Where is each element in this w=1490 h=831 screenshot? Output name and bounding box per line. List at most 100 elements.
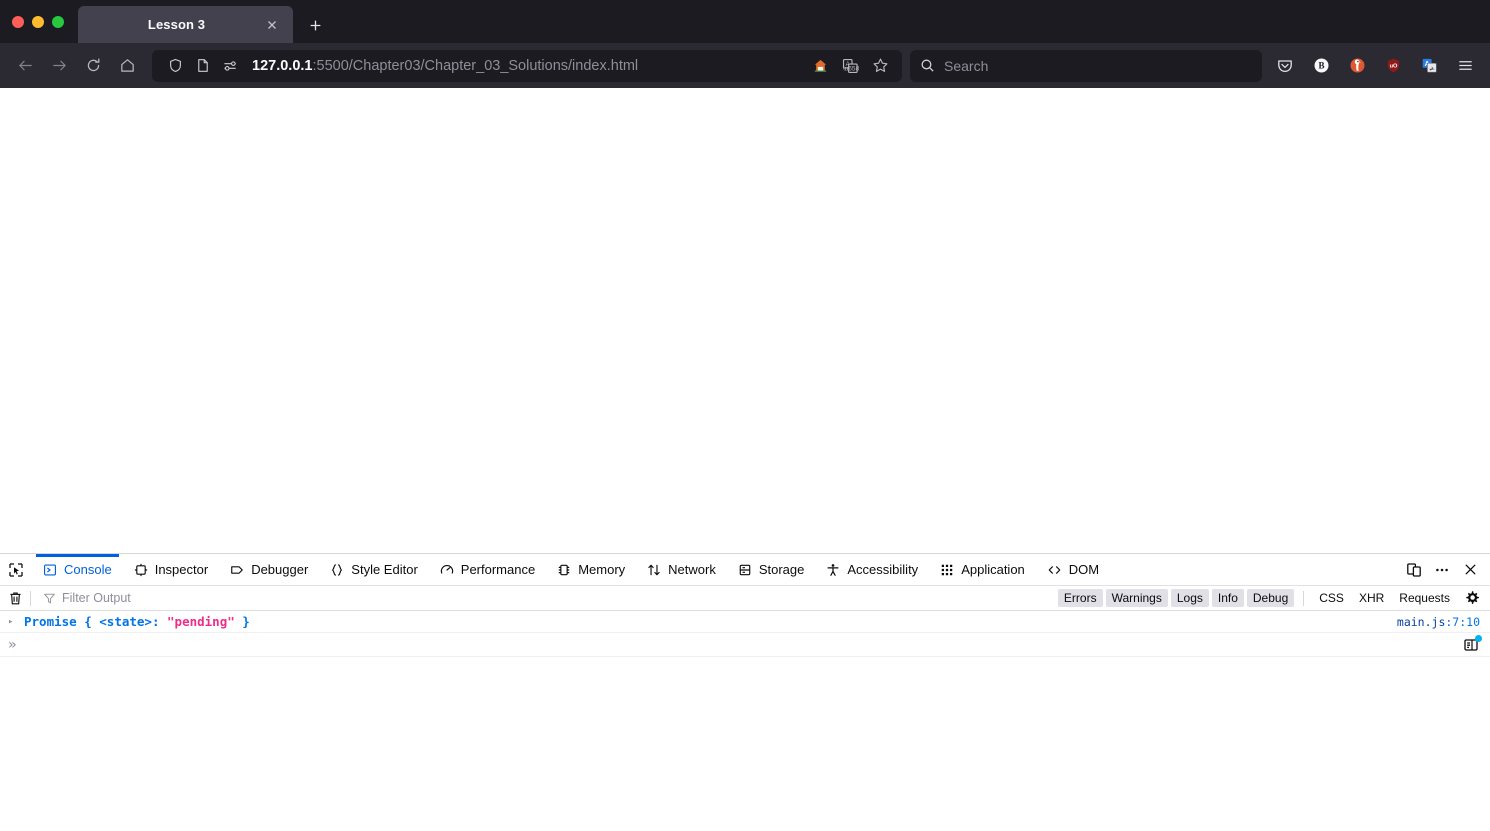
filter-toggle-css[interactable]: CSS [1313,589,1350,607]
tab-accessibility[interactable]: Accessibility [815,554,929,585]
console-filter-bar: Filter Output Errors Warnings Logs Info … [0,586,1490,611]
tab-console-label: Console [64,562,112,577]
new-tab-button[interactable] [299,9,331,41]
url-text[interactable]: 127.0.0.1:5500/Chapter03/Chapter_03_Solu… [246,58,804,74]
extensions-area: B uO A [1262,50,1482,82]
storage-icon [738,563,752,577]
filter-toggle-requests[interactable]: Requests [1393,589,1456,607]
bookmark-star-icon[interactable] [866,53,894,79]
style-editor-icon [330,563,344,577]
tab-dom[interactable]: DOM [1036,554,1110,585]
filter-toggle-errors[interactable]: Errors [1057,589,1103,607]
pocket-icon[interactable] [1268,50,1302,82]
browser-window: Lesson 3 127.0.0.1:5500/Chapter03/Chapte… [0,0,1490,831]
tab-performance[interactable]: Performance [429,554,546,585]
filter-toggle-xhr[interactable]: XHR [1353,589,1390,607]
duckduckgo-icon[interactable] [1340,50,1374,82]
filter-input[interactable]: Filter Output [31,591,1058,605]
tab-memory-label: Memory [578,562,626,577]
devtools-toolbar-actions [1401,554,1490,585]
url-bar[interactable]: 127.0.0.1:5500/Chapter03/Chapter_03_Solu… [152,49,902,82]
console-log-row[interactable]: ▸ Promise { <state>: "pending" } main.js… [0,611,1490,633]
svg-text:B: B [1318,61,1324,71]
split-console-editor-icon[interactable] [1458,634,1484,656]
home-icon[interactable] [110,50,144,82]
page-viewport[interactable] [0,88,1490,553]
console-prompt-row[interactable]: » [0,633,1490,657]
bitwarden-icon[interactable]: B [1304,50,1338,82]
editor-badge-dot [1475,634,1482,642]
tab-network-label: Network [668,562,716,577]
funnel-icon [43,592,56,605]
url-bar-actions: A \u6587 [806,53,894,79]
log-level-toggles: Errors Warnings Logs Info Debug CSS XHR … [1057,589,1456,607]
app-menu-icon[interactable] [1448,50,1482,82]
tab-style-editor[interactable]: Style Editor [319,554,428,585]
gear-icon[interactable] [1460,587,1484,609]
devtools-close-icon[interactable] [1457,557,1483,583]
search-bar[interactable]: Search [910,49,1262,82]
console-output[interactable]: ▸ Promise { <state>: "pending" } main.js… [0,611,1490,831]
application-icon [940,563,954,577]
filter-toggle-info[interactable]: Info [1211,589,1244,607]
navigation-toolbar: 127.0.0.1:5500/Chapter03/Chapter_03_Solu… [0,43,1490,88]
devtools-toolbar: Console Inspector Debugger Style Editor … [0,554,1490,586]
console-input[interactable] [26,633,1458,656]
filter-placeholder: Filter Output [62,591,131,605]
filter-toggle-warnings[interactable]: Warnings [1105,589,1168,607]
prompt-chevron-icon: » [8,636,17,653]
tab-inspector[interactable]: Inspector [123,554,219,585]
tab-performance-label: Performance [460,562,536,577]
tab-title: Lesson 3 [147,17,206,32]
accessibility-icon [826,563,840,577]
element-picker-icon[interactable] [0,554,32,585]
home-page-action-icon[interactable] [806,53,834,79]
console-token-closebrace: } [234,614,250,629]
console-token-colon: : [151,614,168,629]
tab-storage-label: Storage [758,562,805,577]
console-token-object: Promise { [24,614,100,629]
search-icon [920,58,935,73]
tab-application[interactable]: Application [929,554,1036,585]
forward-icon[interactable] [42,50,76,82]
translate-page-icon[interactable]: A \u6587 [836,53,864,79]
tab-network[interactable]: Network [636,554,727,585]
inspector-icon [134,563,148,577]
filter-toggle-debug[interactable]: Debug [1246,589,1295,607]
reader-mode-icon[interactable] [190,54,216,78]
ublock-origin-icon[interactable]: uO [1376,50,1410,82]
browser-tab-lesson-3[interactable]: Lesson 3 [78,6,293,43]
devtools-meatballs-menu-icon[interactable] [1429,557,1455,583]
window-maximize-button[interactable] [52,15,64,28]
tab-accessibility-label: Accessibility [847,562,919,577]
reload-icon[interactable] [76,50,110,82]
tab-console[interactable]: Console [32,554,123,585]
filter-toggle-logs[interactable]: Logs [1170,589,1209,607]
console-token-string: "pending" [167,614,235,629]
tab-debugger[interactable]: Debugger [219,554,319,585]
expand-arrow-icon[interactable]: ▸ [8,617,24,627]
source-file: main.js [1396,614,1446,629]
tab-dom-label: DOM [1068,562,1100,577]
tab-close-icon[interactable] [261,14,283,36]
source-line: :7:10 [1445,614,1480,629]
translate-extension-icon[interactable]: A [1412,50,1446,82]
svg-text:uO: uO [1389,63,1397,69]
tab-inspector-label: Inspector [154,562,209,577]
svg-text:\u6587: \u6587 [842,65,858,72]
back-icon[interactable] [8,50,42,82]
tab-bar: Lesson 3 [0,0,1490,43]
memory-icon [557,563,571,577]
window-minimize-button[interactable] [32,15,44,28]
responsive-design-mode-icon[interactable] [1401,557,1427,583]
devtools-panel: Console Inspector Debugger Style Editor … [0,553,1490,831]
tab-style-editor-label: Style Editor [351,562,418,577]
page-settings-icon[interactable] [218,54,244,78]
shield-icon[interactable] [162,54,188,78]
tab-debugger-label: Debugger [251,562,309,577]
trash-icon[interactable] [0,586,30,610]
console-source-link[interactable]: main.js:7:10 [1397,615,1490,629]
tab-storage[interactable]: Storage [727,554,816,585]
window-close-button[interactable] [12,15,24,28]
tab-memory[interactable]: Memory [546,554,636,585]
